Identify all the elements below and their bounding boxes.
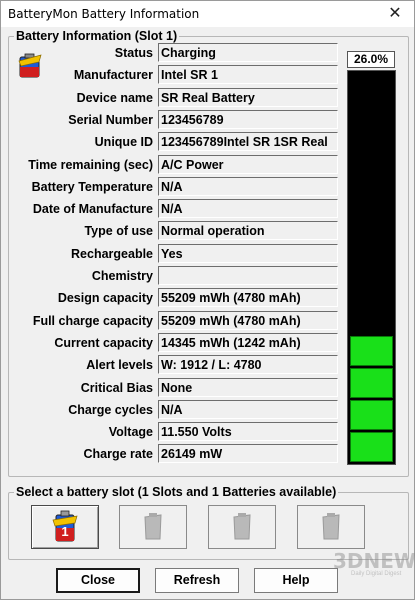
info-row: Chemistry (11, 266, 341, 286)
info-row: Time remaining (sec) A/C Power (11, 154, 341, 175)
charge-segment (350, 336, 393, 366)
info-row-label: Chemistry (91, 269, 153, 283)
info-row-label: Voltage (108, 425, 153, 440)
info-row: Design capacity 55209 mWh (4780 mAh) (11, 288, 341, 308)
info-row-value: 55209 mWh (4780 mAh) (158, 288, 338, 308)
info-row: Critical Bias None (11, 377, 341, 398)
info-row-label: Status (114, 46, 153, 60)
info-row-value: W: 1912 / L: 4780 (158, 355, 338, 375)
info-row-label: Rechargeable (71, 246, 153, 261)
info-row: Type of use Normal operation (11, 221, 341, 241)
help-button[interactable]: Help (254, 568, 338, 593)
info-row-value: SR Real Battery (158, 87, 338, 107)
info-row-value: 123456789Intel SR 1SR Real (158, 132, 338, 152)
info-row-value: Charging (158, 43, 338, 62)
info-row: Manufacturer Intel SR 1 (11, 65, 341, 85)
info-row-label: Critical Bias (80, 380, 153, 395)
info-row: Charge cycles N/A (11, 399, 341, 420)
watermark-text: 3DNEWS (333, 549, 415, 573)
info-row-value (158, 266, 338, 285)
info-row-label: Charge rate (83, 447, 153, 462)
info-row: Voltage 11.550 Volts (11, 422, 341, 442)
info-row-label: Design capacity (57, 291, 153, 306)
battery-info-window: BatteryMon Battery Information ✕ Battery… (0, 0, 415, 600)
battery-slot-1-icon: 1 (52, 510, 78, 542)
slot-number: 1 (61, 524, 68, 539)
empty-slot-icon (233, 513, 251, 540)
info-row-value: Yes (158, 243, 338, 263)
info-row-label: Serial Number (68, 112, 153, 127)
info-row-label: Unique ID (94, 135, 153, 150)
charge-level-meter (347, 70, 396, 465)
empty-slot-icon (322, 513, 340, 540)
info-row-value: 26149 mW (158, 444, 338, 464)
info-row-label: Manufacturer (73, 68, 153, 83)
info-row: Rechargeable Yes (11, 243, 341, 264)
info-row-value: 55209 mWh (4780 mAh) (158, 310, 338, 330)
window-close-icon[interactable]: ✕ (384, 4, 406, 24)
info-row-label: Date of Manufacture (32, 202, 153, 217)
info-row: Unique ID 123456789Intel SR 1SR Real (11, 132, 341, 152)
info-row-label: Charge cycles (68, 402, 153, 417)
info-row-value: 123456789 (158, 109, 338, 129)
info-row: Date of Manufacture N/A (11, 199, 341, 219)
slot-3-button[interactable] (208, 505, 276, 549)
info-row-value: N/A (158, 199, 338, 219)
charge-segment (350, 400, 393, 430)
watermark-subtext: Daily Digital Digest (351, 571, 402, 577)
info-row-label: Current capacity (54, 335, 153, 350)
info-row-value: A/C Power (158, 154, 338, 174)
close-button[interactable]: Close (56, 568, 140, 593)
charge-segment (350, 368, 393, 398)
info-row: Current capacity 14345 mWh (1242 mAh) (11, 332, 341, 353)
info-row: Device name SR Real Battery (11, 87, 341, 108)
info-row-value: Intel SR 1 (158, 65, 338, 85)
info-row: Charge rate 26149 mW (11, 444, 341, 464)
slot-2-button[interactable] (119, 505, 187, 549)
info-row: Status Charging (11, 43, 341, 63)
battery-info-legend: Battery Information (Slot 1) (14, 29, 180, 43)
info-row-value: N/A (158, 399, 338, 419)
info-row-label: Battery Temperature (31, 179, 153, 194)
info-row: Full charge capacity 55209 mWh (4780 mAh) (11, 310, 341, 331)
info-row: Alert levels W: 1912 / L: 4780 (11, 355, 341, 375)
info-row-value: N/A (158, 176, 338, 196)
watermark-logo: 3DNEWS Daily Digital Digest (333, 549, 415, 583)
slot-1-button[interactable]: 1 (31, 505, 99, 549)
info-row-label: Device name (76, 90, 153, 105)
info-row-label: Time remaining (sec) (28, 157, 153, 172)
info-row: Battery Temperature N/A (11, 176, 341, 197)
charge-percent-display: 26.0% (347, 51, 395, 68)
info-row: Serial Number 123456789 (11, 109, 341, 130)
info-row-value: 14345 mWh (1242 mAh) (158, 332, 338, 352)
empty-slot-icon (144, 513, 162, 540)
title-bar: BatteryMon Battery Information ✕ (1, 1, 414, 27)
slot-4-button[interactable] (297, 505, 365, 549)
info-row-value: None (158, 377, 338, 397)
window-title: BatteryMon Battery Information (8, 7, 200, 21)
info-row-value: 11.550 Volts (158, 422, 338, 442)
info-row-value: Normal operation (158, 221, 338, 241)
battery-slot-legend: Select a battery slot (1 Slots and 1 Bat… (14, 485, 339, 499)
refresh-button[interactable]: Refresh (155, 568, 239, 593)
info-row-label: Type of use (84, 224, 153, 239)
info-row-label: Alert levels (86, 358, 153, 373)
info-row-label: Full charge capacity (32, 313, 153, 328)
charge-segment (350, 432, 393, 462)
